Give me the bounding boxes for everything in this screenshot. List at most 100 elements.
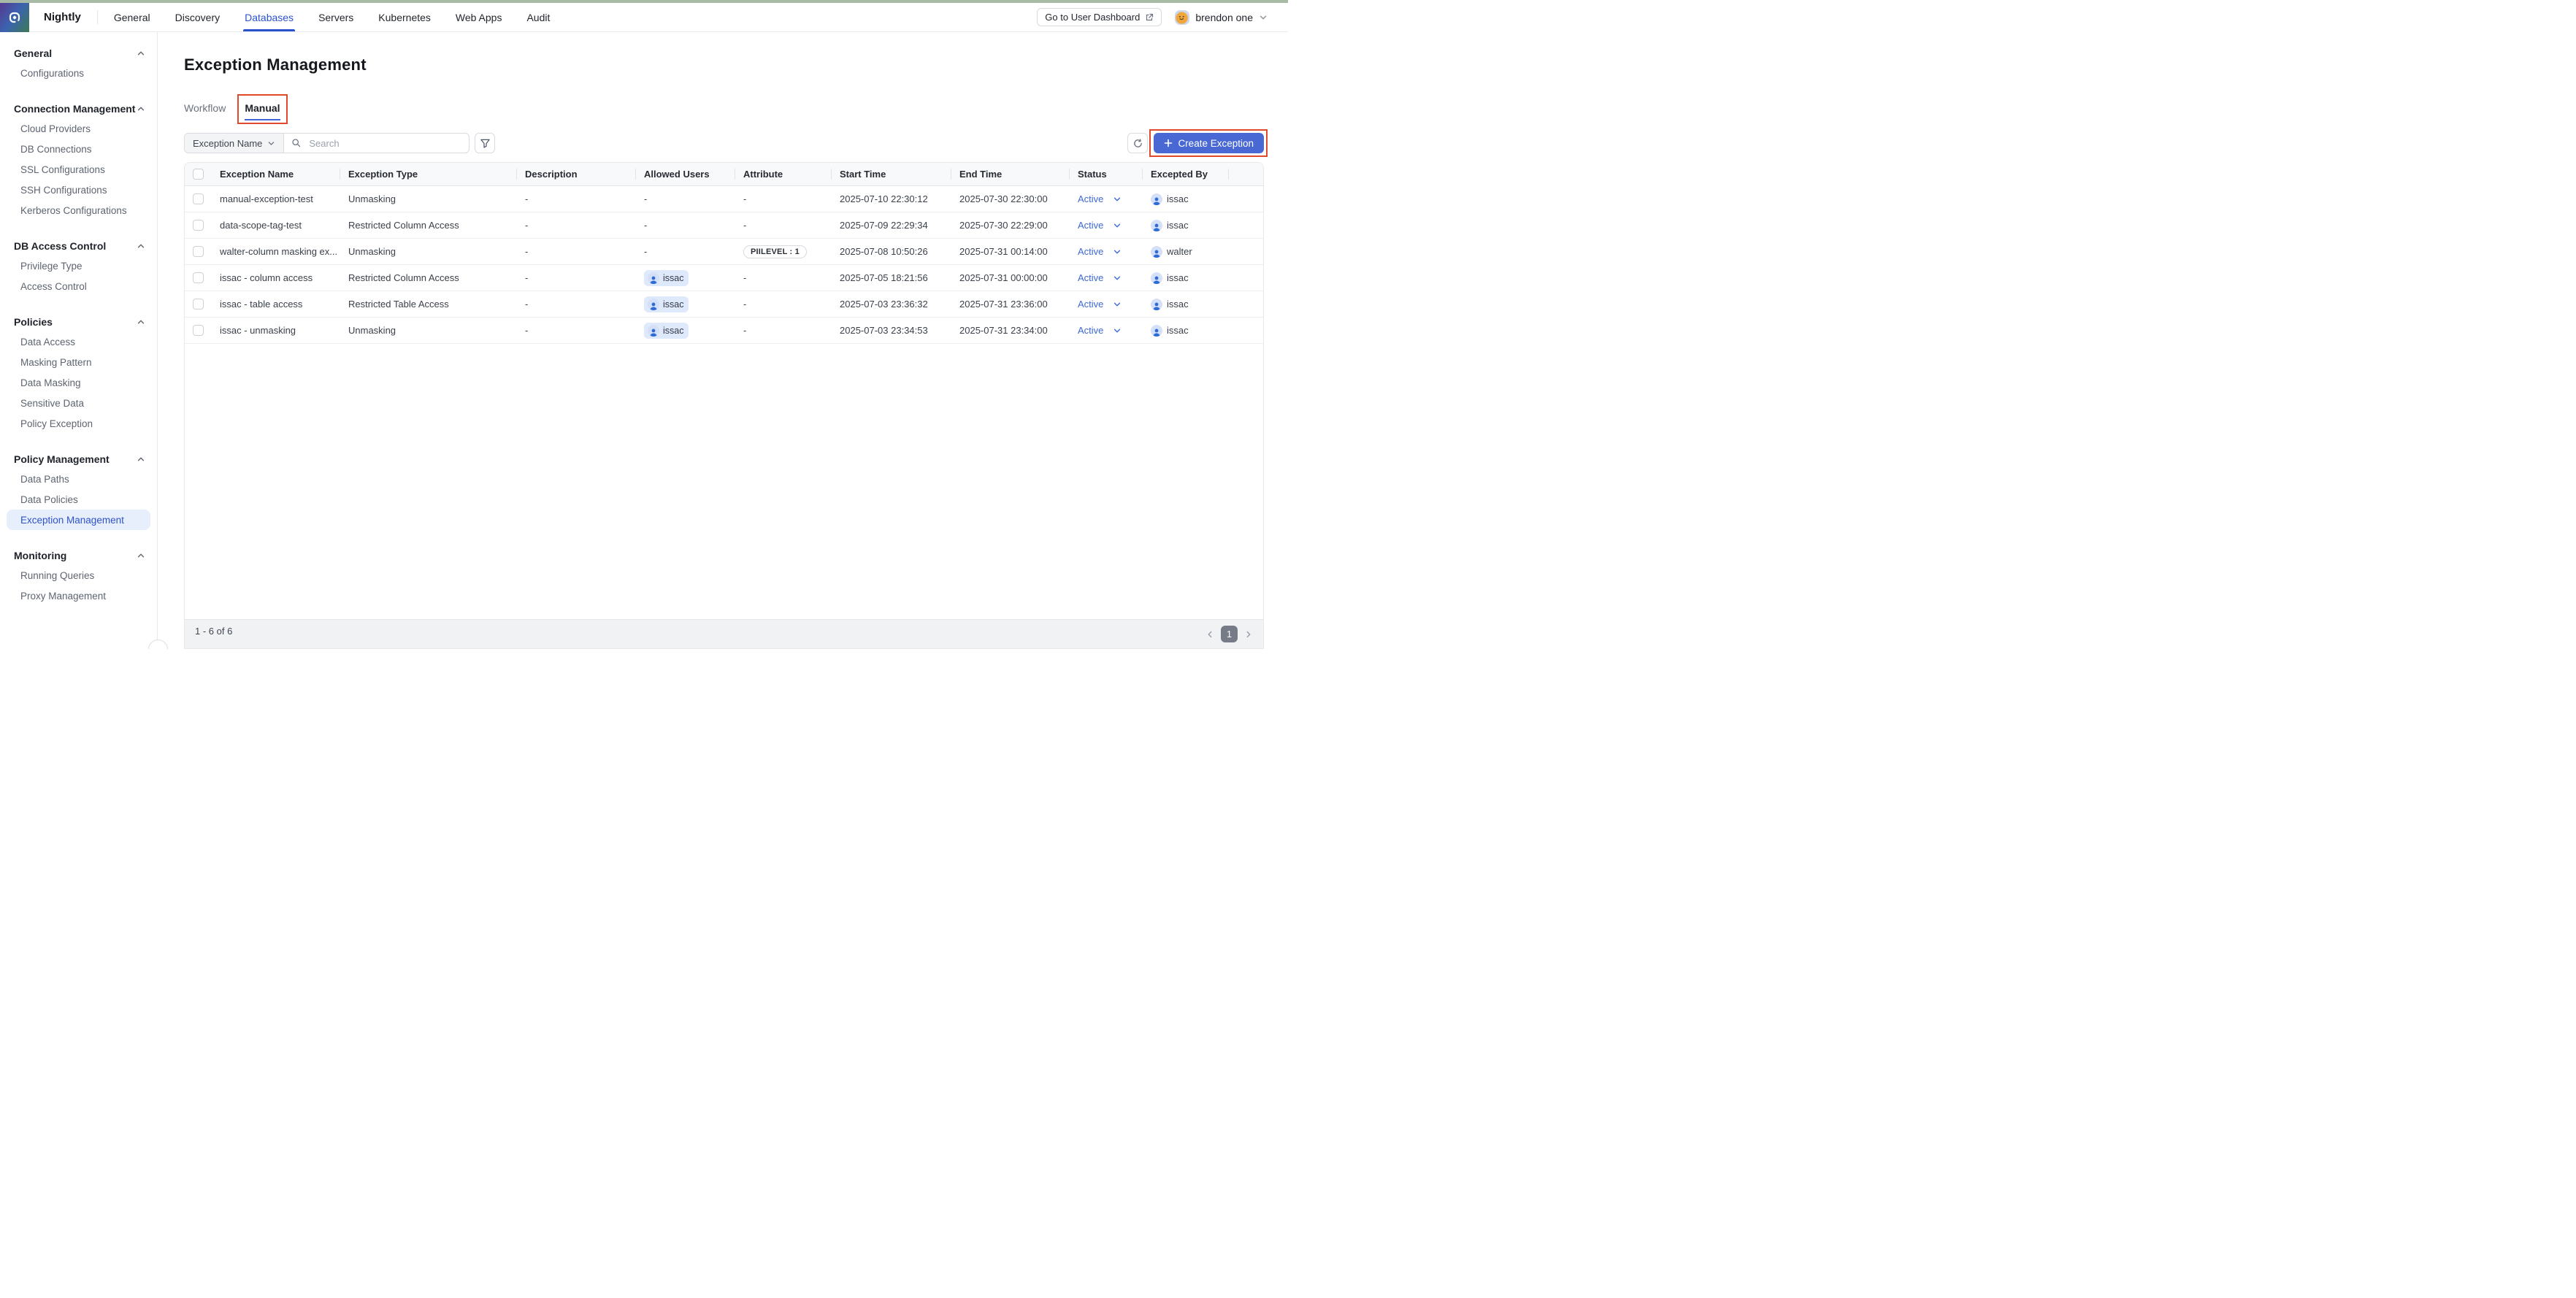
sidebar-section-header[interactable]: DB Access Control — [0, 237, 157, 256]
user-icon — [648, 299, 659, 310]
table-row: walter-column masking ex...Unmasking--PI… — [185, 239, 1263, 265]
next-page-icon[interactable] — [1244, 630, 1253, 639]
status-badge: Active — [1078, 325, 1103, 336]
sidebar-item-masking-pattern[interactable]: Masking Pattern — [0, 352, 157, 372]
sidebar-section-header[interactable]: Monitoring — [0, 546, 157, 565]
external-link-icon — [1145, 13, 1154, 22]
status-expand-icon[interactable] — [1113, 195, 1122, 204]
excepted-by-cell: issac — [1142, 212, 1228, 238]
go-to-user-dashboard-button[interactable]: Go to User Dashboard — [1037, 8, 1162, 26]
row-checkbox[interactable] — [193, 246, 204, 257]
filter-button[interactable] — [475, 133, 495, 153]
start-time-cell: 2025-07-03 23:36:32 — [831, 291, 951, 317]
sidebar-section-header[interactable]: General — [0, 44, 157, 63]
sidebar-section-title: Monitoring — [14, 550, 66, 561]
status-badge: Active — [1078, 299, 1103, 310]
search-icon — [291, 138, 302, 148]
status-cell: Active — [1069, 318, 1142, 343]
end-time-cell: 2025-07-30 22:29:00 — [951, 212, 1069, 238]
status-badge: Active — [1078, 272, 1103, 283]
row-checkbox[interactable] — [193, 272, 204, 283]
status-expand-icon[interactable] — [1113, 221, 1122, 230]
plus-icon — [1164, 139, 1173, 147]
excepted-by-user: issac — [1151, 272, 1189, 284]
sidebar-section-header[interactable]: Policies — [0, 312, 157, 331]
exception-type-cell: Restricted Column Access — [340, 265, 516, 291]
sidebar-item-data-access[interactable]: Data Access — [0, 331, 157, 352]
excepted-by-name: issac — [1167, 220, 1189, 231]
table-header-row: Exception NameException TypeDescriptionA… — [185, 163, 1263, 186]
status-expand-icon[interactable] — [1113, 300, 1122, 309]
sidebar-item-ssh-configurations[interactable]: SSH Configurations — [0, 180, 157, 200]
sidebar-item-privilege-type[interactable]: Privilege Type — [0, 256, 157, 276]
sidebar-item-policy-exception[interactable]: Policy Exception — [0, 413, 157, 434]
nav-item-servers[interactable]: Servers — [318, 3, 353, 31]
refresh-button[interactable] — [1127, 133, 1148, 153]
row-select-cell — [185, 186, 211, 212]
row-checkbox[interactable] — [193, 220, 204, 231]
status-cell: Active — [1069, 239, 1142, 264]
sidebar: GeneralConfigurations Connection Manageme… — [0, 32, 158, 649]
start-time-cell: 2025-07-05 18:21:56 — [831, 265, 951, 291]
search-input[interactable] — [307, 137, 461, 150]
sidebar-item-kerberos-configurations[interactable]: Kerberos Configurations — [0, 200, 157, 220]
page-title: Exception Management — [184, 55, 1264, 74]
nav-item-web-apps[interactable]: Web Apps — [456, 3, 502, 31]
row-checkbox[interactable] — [193, 193, 204, 204]
exception-name-cell[interactable]: issac - table access — [211, 291, 340, 317]
page-number-button[interactable]: 1 — [1221, 626, 1238, 642]
tab-manual[interactable]: Manual — [245, 102, 280, 120]
excepted-by-cell: issac — [1142, 186, 1228, 212]
table-row: data-scope-tag-testRestricted Column Acc… — [185, 212, 1263, 239]
nav-item-discovery[interactable]: Discovery — [175, 3, 220, 31]
sidebar-section-title: Connection Management — [14, 103, 135, 115]
sidebar-item-running-queries[interactable]: Running Queries — [0, 565, 157, 585]
sidebar-section-title: Policy Management — [14, 453, 110, 465]
create-exception-button[interactable]: Create Exception — [1154, 133, 1264, 153]
allowed-user-badge: issac — [644, 270, 689, 286]
product-logo[interactable] — [0, 3, 29, 32]
sidebar-section-header[interactable]: Connection Management — [0, 99, 157, 118]
select-all-checkbox[interactable] — [193, 169, 204, 180]
sidebar-item-db-connections[interactable]: DB Connections — [0, 139, 157, 159]
row-checkbox[interactable] — [193, 325, 204, 336]
previous-page-icon[interactable] — [1205, 630, 1214, 639]
sidebar-item-cloud-providers[interactable]: Cloud Providers — [0, 118, 157, 139]
sidebar-item-data-paths[interactable]: Data Paths — [0, 469, 157, 489]
chevron-up-icon — [137, 49, 145, 58]
nav-item-audit[interactable]: Audit — [526, 3, 550, 31]
start-time-cell: 2025-07-09 22:29:34 — [831, 212, 951, 238]
nav-item-databases[interactable]: Databases — [245, 3, 294, 31]
user-menu[interactable]: brendon one — [1175, 10, 1268, 25]
exception-name-cell[interactable]: issac - unmasking — [211, 318, 340, 343]
description-cell: - — [516, 265, 635, 291]
sidebar-item-proxy-management[interactable]: Proxy Management — [0, 585, 157, 606]
row-checkbox[interactable] — [193, 299, 204, 310]
exception-name-cell[interactable]: issac - column access — [211, 265, 340, 291]
filter-field-select[interactable]: Exception Name — [185, 134, 284, 153]
sidebar-item-sensitive-data[interactable]: Sensitive Data — [0, 393, 157, 413]
chevron-up-icon — [137, 455, 145, 464]
nav-item-general[interactable]: General — [114, 3, 150, 31]
sidebar-item-access-control[interactable]: Access Control — [0, 276, 157, 296]
sidebar-item-exception-management[interactable]: Exception Management — [7, 510, 150, 530]
sidebar-item-data-policies[interactable]: Data Policies — [0, 489, 157, 510]
sidebar-section-header[interactable]: Policy Management — [0, 450, 157, 469]
exception-name-cell[interactable]: walter-column masking ex... — [211, 239, 340, 264]
sidebar-item-data-masking[interactable]: Data Masking — [0, 372, 157, 393]
tab-workflow[interactable]: Workflow — [184, 102, 226, 120]
exception-name-cell[interactable]: manual-exception-test — [211, 186, 340, 212]
allowed-users-cell: - — [635, 186, 735, 212]
allowed-user-name: issac — [663, 299, 683, 310]
sidebar-item-ssl-configurations[interactable]: SSL Configurations — [0, 159, 157, 180]
status-expand-icon[interactable] — [1113, 247, 1122, 256]
attribute-tag: PIILEVEL : 1 — [743, 245, 807, 258]
nav-item-kubernetes[interactable]: Kubernetes — [378, 3, 431, 31]
sidebar-item-configurations[interactable]: Configurations — [0, 63, 157, 83]
status-expand-icon[interactable] — [1113, 326, 1122, 335]
status-expand-icon[interactable] — [1113, 274, 1122, 283]
row-select-cell — [185, 265, 211, 291]
exception-name-cell[interactable]: data-scope-tag-test — [211, 212, 340, 238]
allowed-users-cell: - — [635, 212, 735, 238]
column-header-excepted-by: Excepted By — [1142, 163, 1228, 185]
